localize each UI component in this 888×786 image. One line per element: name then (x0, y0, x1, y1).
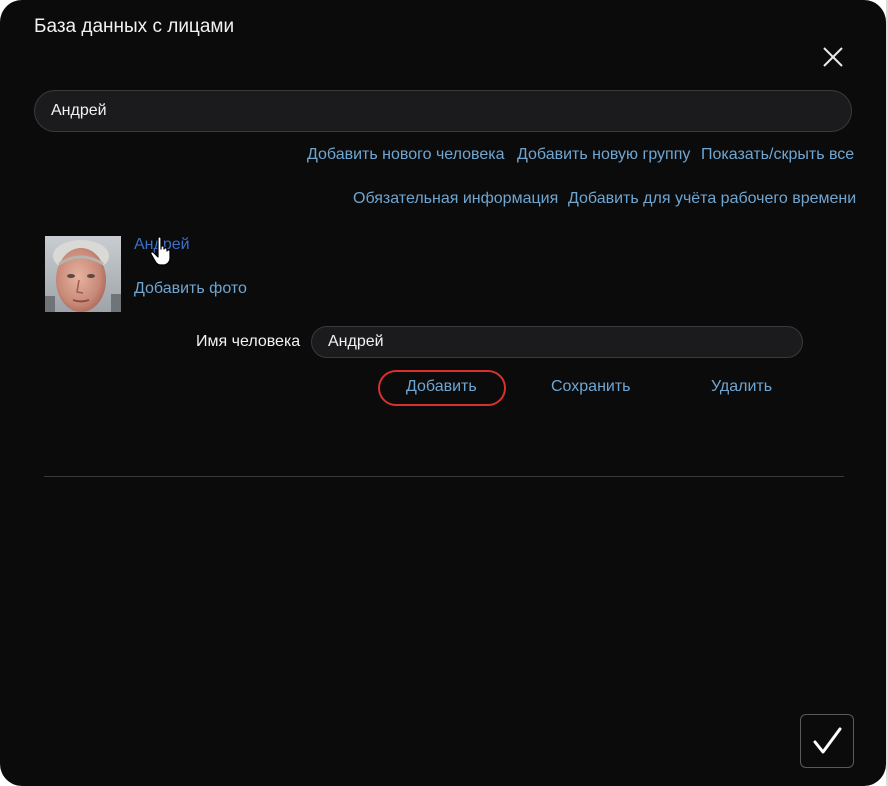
add-new-person-link[interactable]: Добавить нового человека (307, 146, 505, 164)
toggle-all-link[interactable]: Показать/скрыть все (701, 146, 854, 164)
add-new-group-link[interactable]: Добавить новую группу (517, 146, 690, 164)
checkmark-icon (813, 727, 842, 754)
delete-button[interactable]: Удалить (711, 378, 772, 396)
hand-cursor-icon (150, 236, 171, 266)
add-time-tracking-link[interactable]: Добавить для учёта рабочего времени (568, 190, 856, 208)
required-info-link[interactable]: Обязательная информация (353, 190, 558, 208)
person-photo[interactable] (45, 236, 121, 312)
face-database-dialog: База данных с лицами Добавить нового чел… (0, 0, 886, 786)
save-button[interactable]: Сохранить (551, 378, 631, 396)
person-name-label: Имя человека (196, 333, 301, 350)
person-name-input[interactable] (311, 326, 803, 358)
close-icon[interactable] (820, 44, 846, 70)
confirm-button[interactable] (800, 714, 854, 768)
add-photo-link[interactable]: Добавить фото (134, 280, 247, 298)
add-button[interactable]: Добавить (406, 378, 477, 396)
dialog-title: База данных с лицами (34, 16, 235, 37)
section-divider (44, 476, 844, 477)
search-input[interactable] (34, 90, 852, 132)
